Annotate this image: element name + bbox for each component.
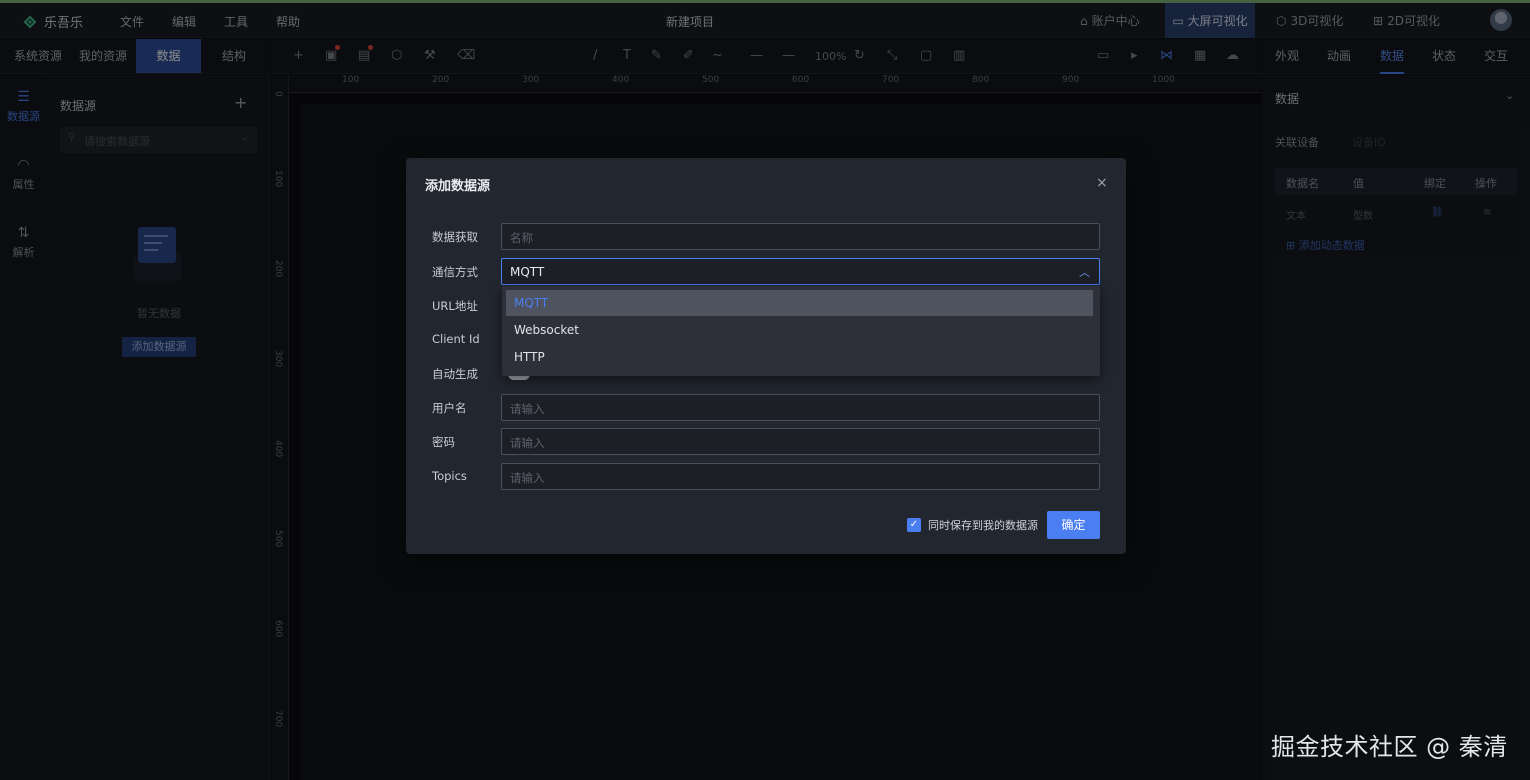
password-input[interactable]: 请输入: [501, 428, 1100, 455]
comm-label: 通信方式: [432, 265, 478, 279]
add-datasource-dialog: 添加数据源 × 数据获取 名称 通信方式 MQTT ︿ URL地址 Client…: [406, 158, 1126, 554]
dialog-title: 添加数据源: [425, 179, 491, 194]
client-id-label: Client Id: [432, 332, 480, 346]
watermark: 掘金技术社区 @ 秦清: [1271, 733, 1508, 761]
password-placeholder: 请输入: [510, 436, 545, 450]
topics-placeholder: 请输入: [510, 471, 545, 485]
comm-value: MQTT: [510, 265, 545, 279]
dropdown-option-websocket[interactable]: Websocket: [506, 317, 1093, 343]
close-icon[interactable]: ×: [1096, 175, 1108, 191]
name-label: 数据获取: [432, 230, 478, 244]
auto-generate-label: 自动生成: [432, 367, 478, 381]
save-to-my-datasource-checkbox[interactable]: ✓: [907, 518, 921, 532]
comm-dropdown: MQTT Websocket HTTP: [502, 286, 1100, 376]
topics-input[interactable]: 请输入: [501, 463, 1100, 490]
name-input[interactable]: 名称: [501, 223, 1100, 250]
username-input[interactable]: 请输入: [501, 394, 1100, 421]
comm-select[interactable]: MQTT ︿: [501, 258, 1100, 285]
dropdown-option-http[interactable]: HTTP: [506, 344, 1093, 370]
name-placeholder: 名称: [510, 231, 533, 245]
chevron-up-icon: ︿: [1079, 266, 1090, 279]
save-checkbox-label[interactable]: 同时保存到我的数据源: [928, 517, 1038, 533]
confirm-button[interactable]: 确定: [1047, 511, 1100, 539]
url-label: URL地址: [432, 299, 478, 313]
username-label: 用户名: [432, 401, 467, 415]
username-placeholder: 请输入: [510, 402, 545, 416]
password-label: 密码: [432, 435, 455, 449]
dropdown-option-mqtt[interactable]: MQTT: [506, 290, 1093, 316]
topics-label: Topics: [432, 469, 467, 483]
